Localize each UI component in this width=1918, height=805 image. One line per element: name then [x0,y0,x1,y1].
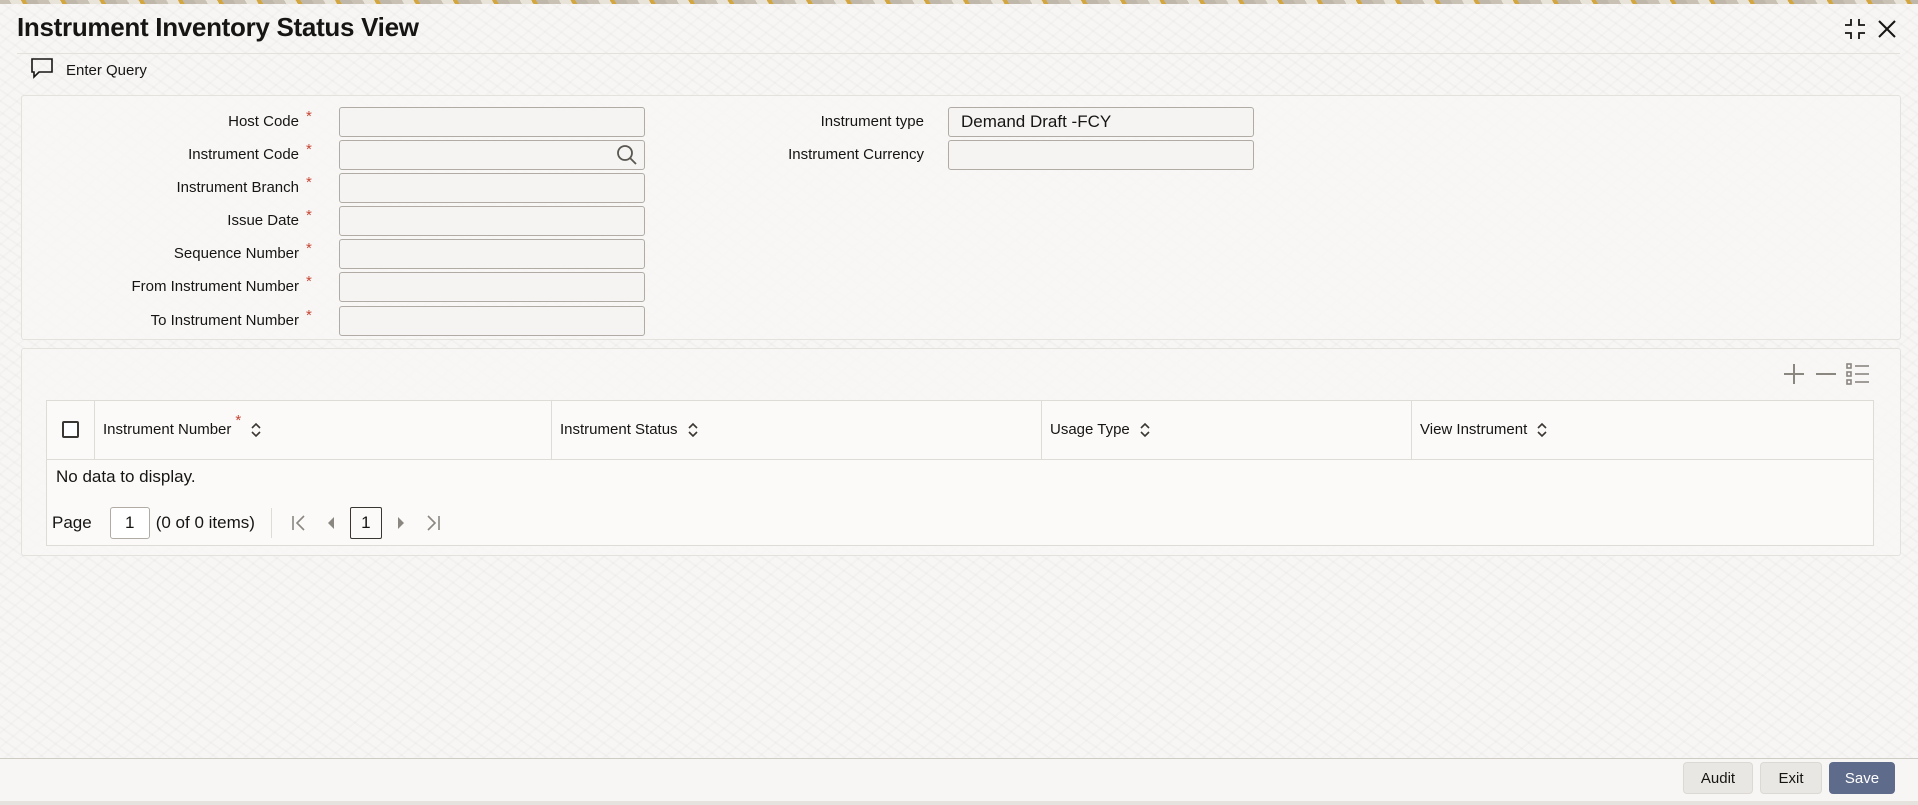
sort-icon[interactable] [1138,422,1152,438]
required-marker: * [306,307,312,324]
collapse-arrows-icon[interactable] [1842,16,1868,42]
column-label: Instrument Number [103,421,232,438]
page-label: Page [52,513,92,532]
instrument-code-input[interactable] [339,140,645,170]
column-divider [1041,401,1042,459]
required-marker: * [235,412,242,429]
column-header-usage-type[interactable]: Usage Type [1050,401,1152,459]
required-marker: * [306,273,312,290]
instrument-branch-label: Instrument Branch [176,179,299,196]
column-list-icon[interactable] [1844,360,1872,388]
column-divider [94,401,95,459]
column-label: Instrument Status [560,421,678,438]
remove-row-icon[interactable] [1812,360,1840,388]
pager-divider [270,508,272,538]
table-header: Instrument Number * Instrument Status Us… [47,401,1873,460]
banner-strip [0,0,1918,4]
last-page-icon[interactable] [420,510,446,536]
sort-icon[interactable] [686,422,700,438]
footer-bar [0,759,1918,805]
column-label: Usage Type [1050,421,1130,438]
instrument-type-label: Instrument type [820,113,924,130]
instrument-type-input[interactable]: Demand Draft -FCY [948,107,1254,137]
instrument-branch-input[interactable] [339,173,645,203]
first-page-icon[interactable] [286,510,312,536]
column-header-instrument-number[interactable]: Instrument Number * [103,401,263,459]
sequence-number-input[interactable] [339,239,645,269]
host-code-label: Host Code [228,113,299,130]
required-marker: * [306,240,312,257]
search-icon[interactable] [615,143,639,167]
instrument-table: Instrument Number * Instrument Status Us… [46,400,1874,546]
column-header-view-instrument[interactable]: View Instrument [1420,401,1549,459]
current-page-button[interactable]: 1 [349,507,382,539]
previous-page-icon[interactable] [318,510,344,536]
title-divider [17,53,1900,54]
enter-query-button[interactable]: Enter Query [30,57,147,83]
sort-icon[interactable] [1535,422,1549,438]
issue-date-label: Issue Date [227,212,299,229]
column-header-instrument-status[interactable]: Instrument Status [560,401,700,459]
footer-divider [0,758,1918,759]
required-marker: * [306,141,312,158]
from-instrument-number-input[interactable] [339,272,645,302]
page-title: Instrument Inventory Status View [17,12,419,42]
column-divider [551,401,552,459]
items-count: (0 of 0 items) [155,513,255,532]
sort-icon[interactable] [249,422,263,438]
chat-bubble-icon [30,57,54,83]
sequence-number-label: Sequence Number [173,245,299,262]
page-number-input[interactable]: 1 [109,507,150,539]
column-label: View Instrument [1420,421,1528,438]
to-instrument-number-label: To Instrument Number [150,312,299,329]
issue-date-input[interactable] [339,206,645,236]
from-instrument-number-label: From Instrument Number [131,278,299,295]
select-all-checkbox[interactable] [62,421,79,438]
enter-query-label: Enter Query [66,61,147,79]
bottom-edge [0,801,1918,805]
required-marker: * [306,174,312,191]
pagination: Page 1 (0 of 0 items) 1 [52,505,446,541]
required-marker: * [306,207,312,224]
instrument-code-label: Instrument Code [188,146,299,163]
column-divider [1411,401,1412,459]
instrument-currency-label: Instrument Currency [788,146,924,163]
required-marker: * [306,108,312,125]
exit-button[interactable]: Exit [1760,762,1822,794]
empty-table-message: No data to display. [56,467,196,486]
host-code-input[interactable] [339,107,645,137]
audit-button[interactable]: Audit [1683,762,1753,794]
close-icon[interactable] [1874,16,1900,42]
to-instrument-number-input[interactable] [339,306,645,336]
next-page-icon[interactable] [388,510,414,536]
instrument-currency-input[interactable] [948,140,1254,170]
save-button[interactable]: Save [1829,762,1895,794]
add-row-icon[interactable] [1780,360,1808,388]
